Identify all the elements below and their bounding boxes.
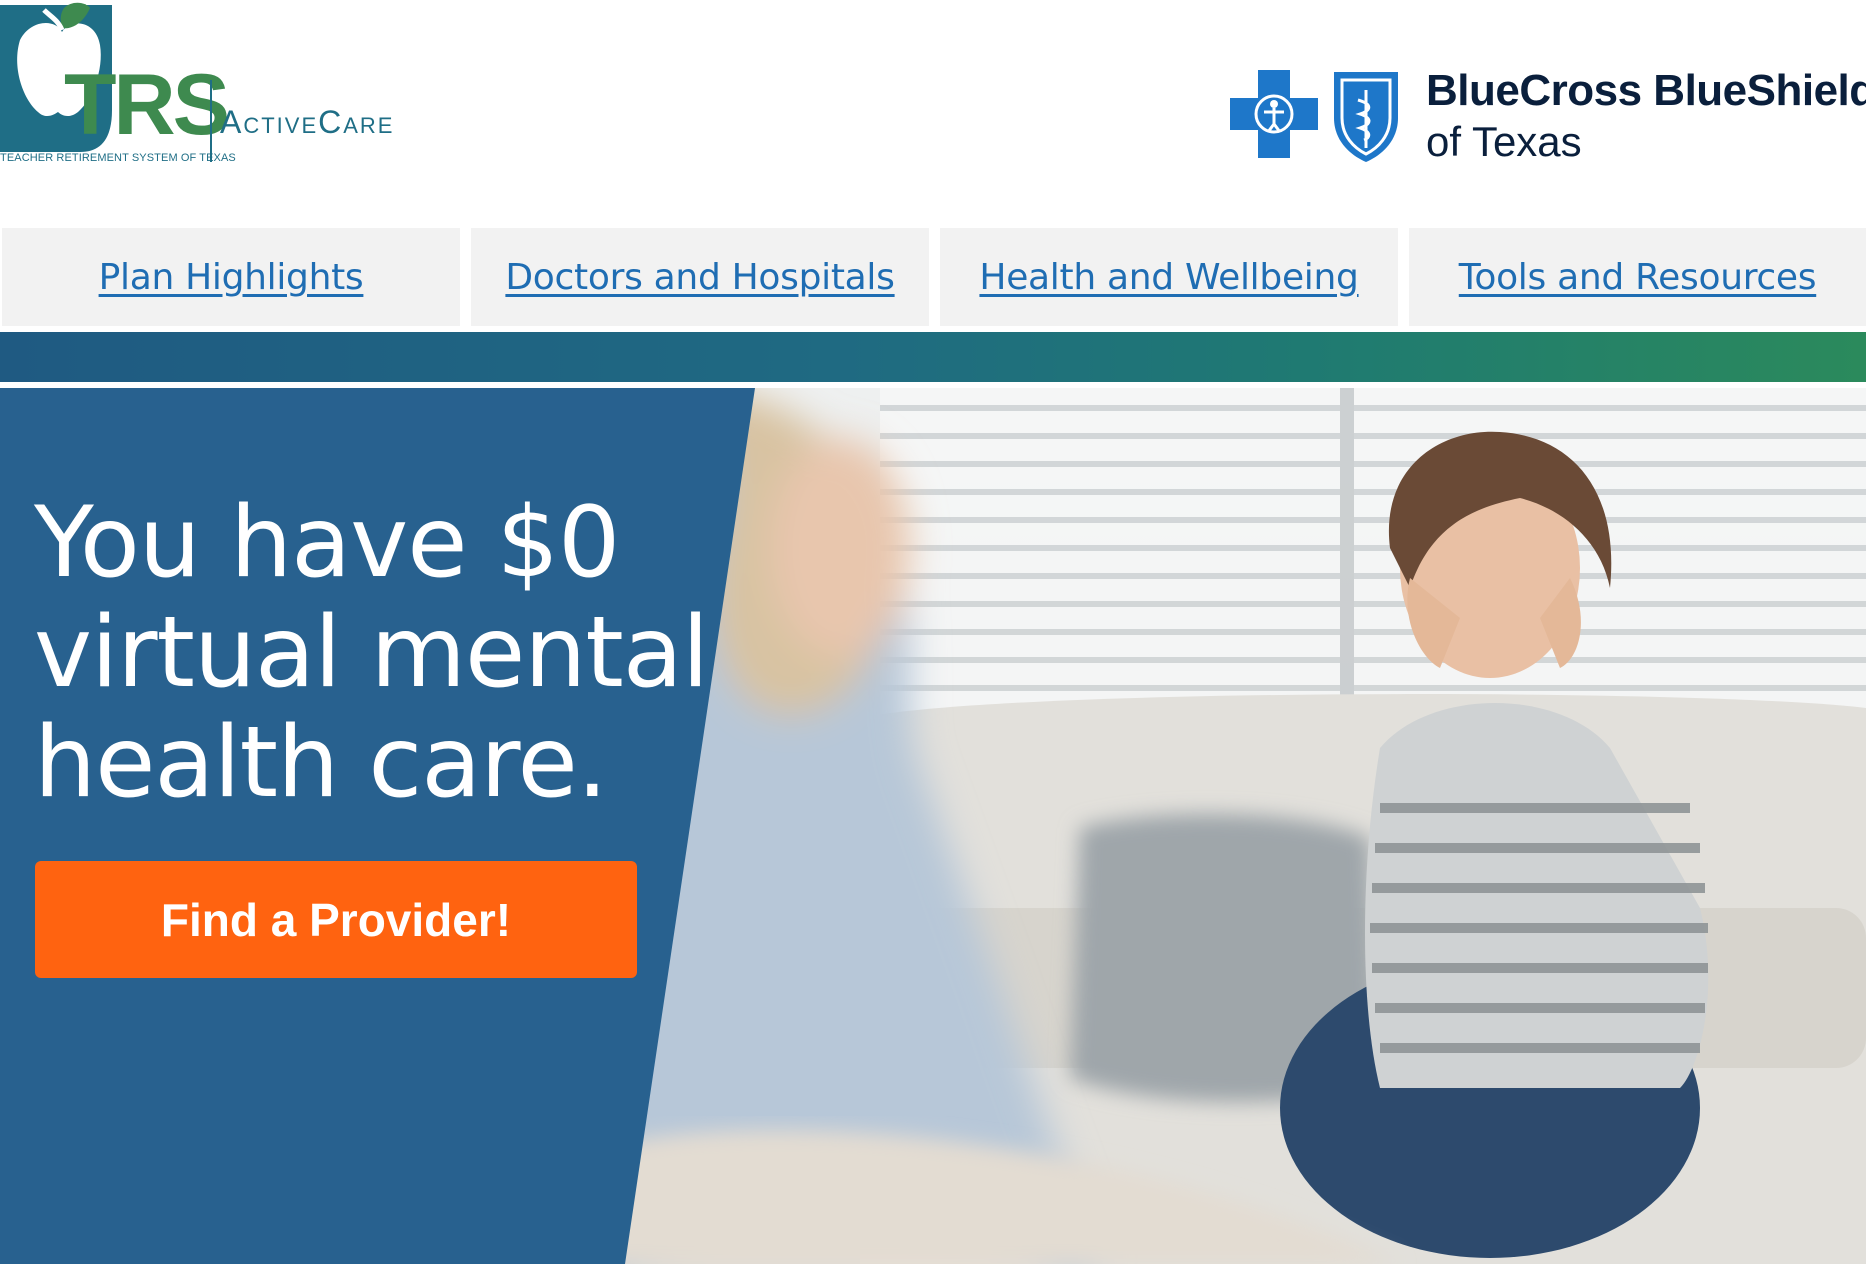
headline-line-1: You have $0 bbox=[34, 486, 620, 600]
blue-shield-icon bbox=[1334, 72, 1398, 162]
nav-item-tools-resources[interactable]: Tools and Resources bbox=[1409, 228, 1866, 326]
bcbs-region: of Texas bbox=[1426, 118, 1582, 165]
headline-line-3: health care. bbox=[34, 706, 608, 820]
nav-link-plan-highlights[interactable]: Plan Highlights bbox=[99, 257, 364, 298]
nav-link-tools-resources[interactable]: Tools and Resources bbox=[1459, 257, 1817, 298]
main-nav: Plan Highlights Doctors and Hospitals He… bbox=[0, 228, 1866, 326]
nav-item-plan-highlights[interactable]: Plan Highlights bbox=[2, 228, 460, 326]
logo-divider bbox=[210, 80, 212, 162]
nav-link-health-wellbeing[interactable]: Health and Wellbeing bbox=[979, 257, 1358, 298]
hero-headline: You have $0 virtual mental health care. bbox=[34, 488, 714, 818]
nav-link-doctors-hospitals[interactable]: Doctors and Hospitals bbox=[505, 257, 895, 298]
hero-banner: You have $0 virtual mental health care. … bbox=[0, 388, 1866, 1264]
trs-wordmark: TRS bbox=[64, 57, 230, 153]
activecare-wordmark: ActiveCare bbox=[220, 104, 395, 140]
headline-line-2: virtual mental bbox=[34, 596, 709, 710]
trs-activecare-logo[interactable]: TRS TEACHER RETIREMENT SYSTEM OF TEXAS A… bbox=[0, 0, 430, 170]
find-provider-button[interactable]: Find a Provider! bbox=[35, 861, 637, 978]
nav-item-doctors-hospitals[interactable]: Doctors and Hospitals bbox=[471, 228, 929, 326]
trs-subtitle: TEACHER RETIREMENT SYSTEM OF TEXAS bbox=[0, 152, 236, 164]
nav-item-health-wellbeing[interactable]: Health and Wellbeing bbox=[940, 228, 1398, 326]
site-header: TRS TEACHER RETIREMENT SYSTEM OF TEXAS A… bbox=[0, 0, 1866, 228]
decorative-gradient-band bbox=[0, 332, 1866, 382]
bcbs-name: BlueCross BlueShield bbox=[1426, 66, 1866, 115]
